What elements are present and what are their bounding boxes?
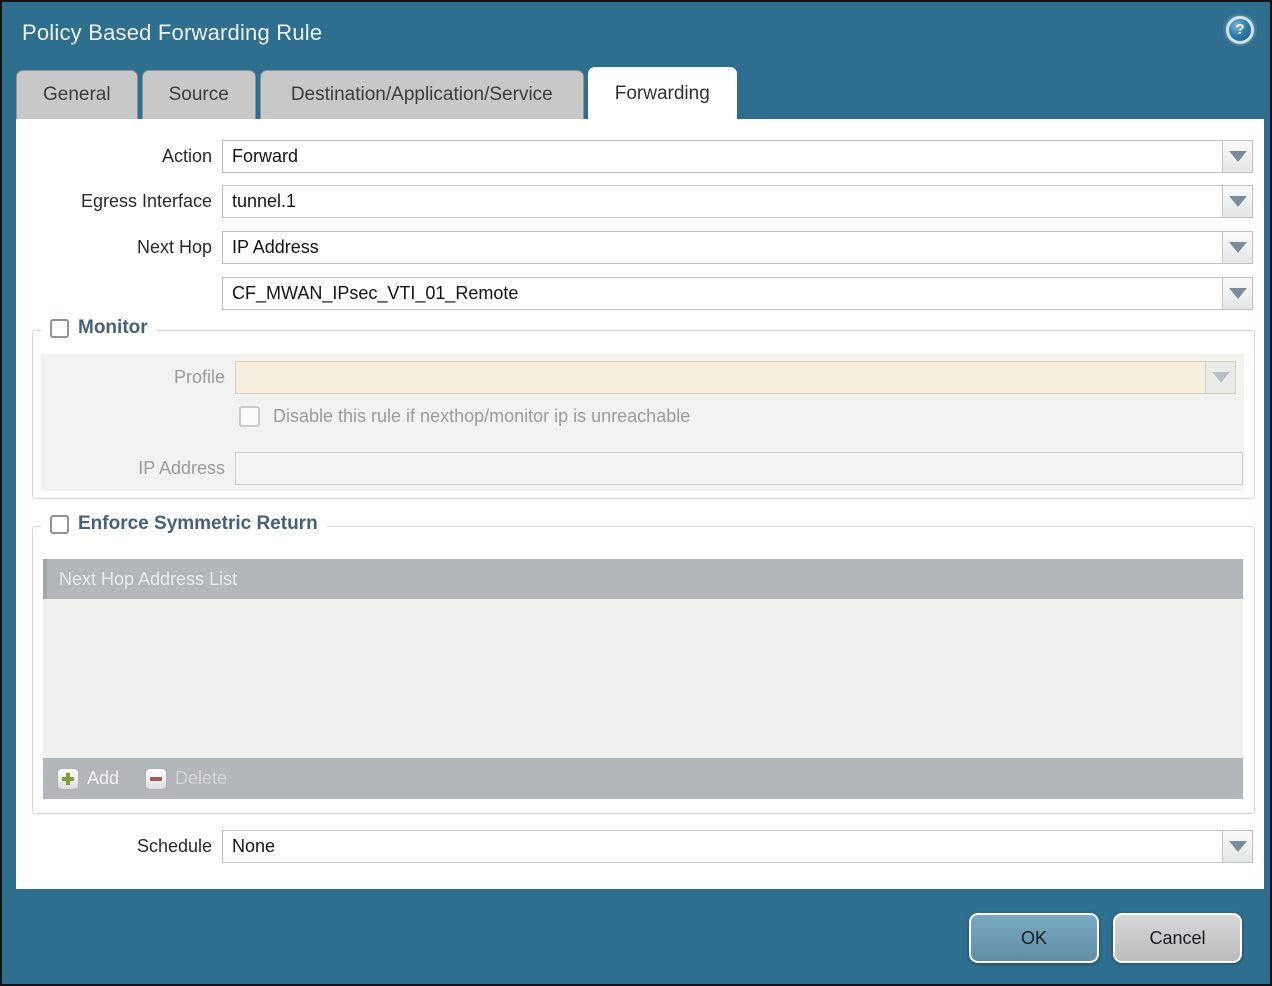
next-hop-label: Next Hop xyxy=(16,237,212,258)
action-value: Forward xyxy=(223,141,1222,172)
schedule-select[interactable]: None xyxy=(222,830,1253,863)
symmetric-return-section: Enforce Symmetric Return Next Hop Addres… xyxy=(32,526,1255,814)
monitor-legend: Monitor xyxy=(78,317,148,339)
chevron-down-icon xyxy=(1229,841,1247,852)
next-hop-address-select[interactable]: CF_MWAN_IPsec_VTI_01_Remote xyxy=(222,277,1253,310)
chevron-down-icon xyxy=(1229,151,1247,162)
delete-button-label: Delete xyxy=(175,768,227,789)
schedule-value: None xyxy=(223,831,1222,862)
add-button-label: Add xyxy=(87,768,119,789)
minus-icon xyxy=(145,768,167,790)
next-hop-address-list-header: Next Hop Address List xyxy=(43,559,1243,599)
cancel-button[interactable]: Cancel xyxy=(1113,913,1242,963)
monitor-section: Monitor Profile Disable this rule if nex… xyxy=(32,330,1255,499)
enforce-symmetric-return-checkbox[interactable] xyxy=(50,515,69,534)
chevron-down-icon xyxy=(1229,196,1247,207)
chevron-down-icon xyxy=(1212,372,1230,383)
profile-value xyxy=(236,362,1205,393)
tab-general[interactable]: General xyxy=(16,70,138,119)
next-hop-select[interactable]: IP Address xyxy=(222,231,1253,264)
monitor-disabled-area: Profile Disable this rule if nexthop/mon… xyxy=(41,354,1244,491)
monitor-checkbox[interactable] xyxy=(50,319,69,338)
tab-destination-application-service[interactable]: Destination/Application/Service xyxy=(260,70,584,119)
monitor-ip-address-input xyxy=(235,452,1243,485)
egress-interface-dropdown-button[interactable] xyxy=(1222,186,1252,217)
next-hop-address-dropdown-button[interactable] xyxy=(1222,278,1252,309)
egress-interface-label: Egress Interface xyxy=(16,191,212,212)
next-hop-address-list-body[interactable] xyxy=(43,599,1243,758)
next-hop-dropdown-button[interactable] xyxy=(1222,232,1252,263)
enforce-symmetric-return-legend: Enforce Symmetric Return xyxy=(78,513,318,535)
action-dropdown-button[interactable] xyxy=(1222,141,1252,172)
profile-select xyxy=(235,361,1236,394)
egress-interface-select[interactable]: tunnel.1 xyxy=(222,185,1253,218)
monitor-ip-address-value xyxy=(236,453,1242,484)
dialog-title: Policy Based Forwarding Rule xyxy=(22,20,322,46)
tab-source[interactable]: Source xyxy=(142,70,256,119)
egress-interface-value: tunnel.1 xyxy=(223,186,1222,217)
next-hop-value: IP Address xyxy=(223,232,1222,263)
help-icon[interactable]: ? xyxy=(1226,16,1254,44)
monitor-ip-address-label: IP Address xyxy=(41,458,225,479)
profile-dropdown-button xyxy=(1205,362,1235,393)
chevron-down-icon xyxy=(1229,288,1247,299)
next-hop-address-list-header-label: Next Hop Address List xyxy=(47,569,237,590)
chevron-down-icon xyxy=(1229,242,1247,253)
action-select[interactable]: Forward xyxy=(222,140,1253,173)
schedule-label: Schedule xyxy=(16,836,212,857)
tab-forwarding[interactable]: Forwarding xyxy=(588,67,737,119)
forwarding-tab-panel: Action Forward Egress Interface tunnel.1… xyxy=(16,119,1264,889)
disable-rule-checkbox xyxy=(239,406,260,427)
next-hop-address-value: CF_MWAN_IPsec_VTI_01_Remote xyxy=(223,278,1222,309)
next-hop-address-list-toolbar: Add Delete xyxy=(43,758,1243,799)
add-button[interactable]: Add xyxy=(57,768,119,790)
plus-icon xyxy=(57,768,79,790)
pbf-rule-dialog: Policy Based Forwarding Rule ? General S… xyxy=(0,0,1272,986)
tab-bar: General Source Destination/Application/S… xyxy=(16,70,737,119)
disable-rule-label: Disable this rule if nexthop/monitor ip … xyxy=(273,406,690,427)
schedule-dropdown-button[interactable] xyxy=(1222,831,1252,862)
next-hop-address-list-table: Next Hop Address List Add Delete xyxy=(43,559,1243,799)
ok-button[interactable]: OK xyxy=(969,913,1099,963)
action-label: Action xyxy=(16,146,212,167)
profile-label: Profile xyxy=(41,367,225,388)
delete-button: Delete xyxy=(145,768,227,790)
